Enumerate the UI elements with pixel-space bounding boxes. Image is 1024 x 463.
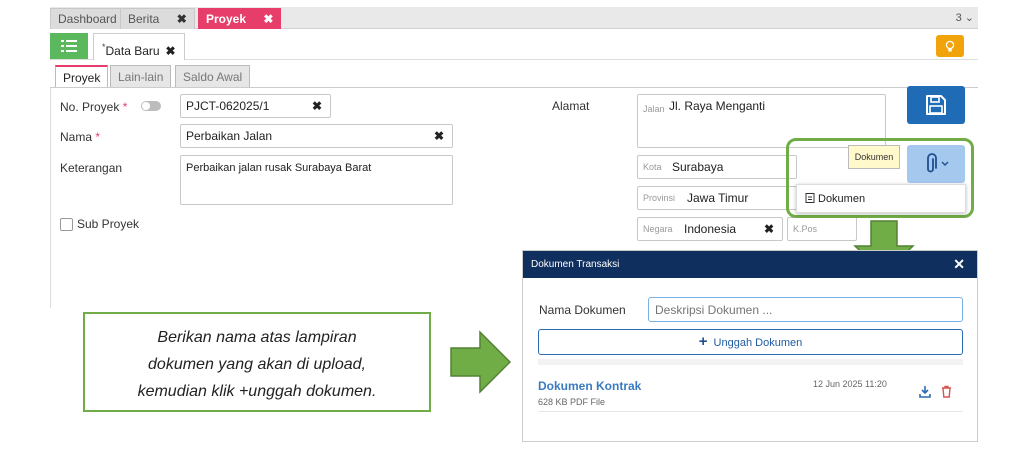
document-bar: *Data Baru ✖ (50, 33, 978, 60)
tab-proyek-form[interactable]: Proyek (55, 65, 109, 87)
tab-dashboard-label: Dashboard (58, 12, 117, 26)
document-link[interactable]: Dokumen Kontrak (538, 379, 641, 393)
jalan-sublabel: Jalan (643, 104, 665, 114)
nama-label: Nama * (60, 130, 100, 144)
plus-icon: + (698, 333, 708, 350)
menu-item-label: Dokumen (818, 193, 866, 205)
chevron-down-icon (941, 161, 948, 166)
document-meta: 628 KB PDF File (538, 397, 606, 407)
close-icon[interactable]: ✖ (177, 12, 187, 26)
tab-data-baru[interactable]: *Data Baru ✖ (93, 33, 185, 60)
tab-label: Proyek (63, 71, 101, 85)
alamat-label: Alamat (552, 99, 590, 113)
divider (538, 359, 963, 365)
clear-icon[interactable]: ✖ (764, 218, 774, 240)
sub-proyek-label: Sub Proyek (77, 217, 140, 231)
close-icon[interactable]: ✖ (166, 44, 176, 58)
keterangan-value: Perbaikan jalan rusak Surabaya Barat (186, 162, 372, 174)
tab-dashboard[interactable]: Dashboard (50, 8, 125, 29)
list-menu-button[interactable] (50, 33, 88, 59)
no-proyek-value: PJCT-062025/1 (186, 99, 270, 113)
divider (538, 411, 963, 412)
negara-value: Indonesia (684, 222, 737, 236)
keterangan-textarea[interactable]: Perbaikan jalan rusak Surabaya Barat (180, 155, 453, 205)
sub-proyek-checkbox[interactable] (60, 218, 73, 231)
tab-count-dropdown[interactable]: 3 ⌄ (956, 11, 974, 24)
tab-berita-label: Berita (128, 12, 160, 26)
tab-proyek[interactable]: Proyek ✖ (198, 8, 282, 29)
tab-proyek-label: Proyek (206, 12, 247, 26)
arrow-right-icon (450, 330, 512, 394)
negara-sublabel: Negara (643, 224, 673, 234)
callout-line: Berikan nama atas lampiran (157, 329, 357, 346)
lightbulb-icon (945, 40, 955, 51)
provinsi-sublabel: Provinsi (643, 193, 676, 203)
callout-line: dokumen yang akan di upload, (148, 356, 366, 373)
no-proyek-label-text: No. Proyek (60, 100, 120, 114)
provinsi-value: Jawa Timur (687, 191, 749, 205)
kota-input[interactable]: Kota Surabaya (637, 155, 797, 179)
tab-saldo-awal[interactable]: Saldo Awal (175, 65, 251, 87)
no-proyek-input[interactable]: PJCT-062025/1 ✖ (180, 94, 331, 118)
nama-value: Perbaikan Jalan (186, 129, 273, 143)
save-icon (926, 95, 946, 115)
kota-value: Surabaya (672, 160, 724, 174)
menu-item-dokumen[interactable]: Dokumen (796, 184, 966, 213)
download-icon[interactable] (919, 385, 931, 398)
tab-label: Saldo Awal (183, 70, 243, 84)
nama-dokumen-input[interactable] (648, 297, 963, 322)
nama-dokumen-label: Nama Dokumen (539, 303, 626, 317)
no-proyek-label: No. Proyek * (60, 100, 127, 114)
kota-sublabel: Kota (643, 162, 662, 172)
tab-berita[interactable]: Berita ✖ (120, 8, 195, 29)
close-icon[interactable]: ✖ (263, 12, 273, 26)
top-tab-strip: Dashboard Berita ✖ Proyek ✖ 3 ⌄ (50, 7, 978, 29)
nama-label-text: Nama (60, 130, 93, 144)
clear-icon[interactable]: ✖ (434, 125, 444, 147)
document-modal: Dokumen Transaksi ✕ Nama Dokumen + Unggah… (522, 250, 978, 442)
tab-lain-lain[interactable]: Lain-lain (110, 65, 172, 87)
negara-input[interactable]: Negara Indonesia ✖ (637, 217, 783, 241)
clear-icon[interactable]: ✖ (312, 95, 322, 117)
document-icon (805, 193, 815, 203)
attachment-button[interactable] (907, 145, 965, 183)
required-mark: * (95, 130, 101, 144)
tab-data-baru-label: Data Baru (105, 44, 160, 58)
provinsi-input[interactable]: Provinsi Jawa Timur (637, 186, 797, 210)
lightbulb-button[interactable] (936, 35, 964, 57)
nama-input[interactable]: Perbaikan Jalan ✖ (180, 124, 453, 148)
dokumen-tooltip: Dokumen (848, 145, 900, 169)
screen: Dashboard Berita ✖ Proyek ✖ 3 ⌄ * Data Ba… (0, 0, 1024, 463)
kode-pos-placeholder: K.Pos (793, 224, 818, 234)
upload-label: Unggah Dokumen (713, 337, 803, 349)
auto-number-toggle[interactable] (141, 101, 161, 111)
save-button[interactable] (907, 86, 965, 124)
jalan-value: Jl. Raya Menganti (669, 99, 766, 113)
document-date: 12 Jun 2025 11:20 (813, 379, 887, 389)
upload-document-button[interactable]: + Unggah Dokumen (538, 329, 963, 355)
modal-header: Dokumen Transaksi ✕ (523, 251, 977, 278)
paperclip-icon (926, 153, 937, 173)
list-icon (61, 40, 77, 52)
close-icon[interactable]: ✕ (953, 251, 965, 278)
keterangan-label: Keterangan (60, 161, 123, 175)
modal-title: Dokumen Transaksi (531, 259, 620, 270)
kode-pos-input[interactable]: K.Pos (787, 217, 857, 241)
tab-label: Lain-lain (118, 70, 164, 84)
trash-icon[interactable] (941, 385, 952, 398)
required-mark: * (122, 100, 128, 114)
instruction-callout: Berikan nama atas lampiran dokumen yang … (83, 312, 431, 412)
callout-line: kemudian klik +unggah dokumen. (137, 383, 377, 400)
